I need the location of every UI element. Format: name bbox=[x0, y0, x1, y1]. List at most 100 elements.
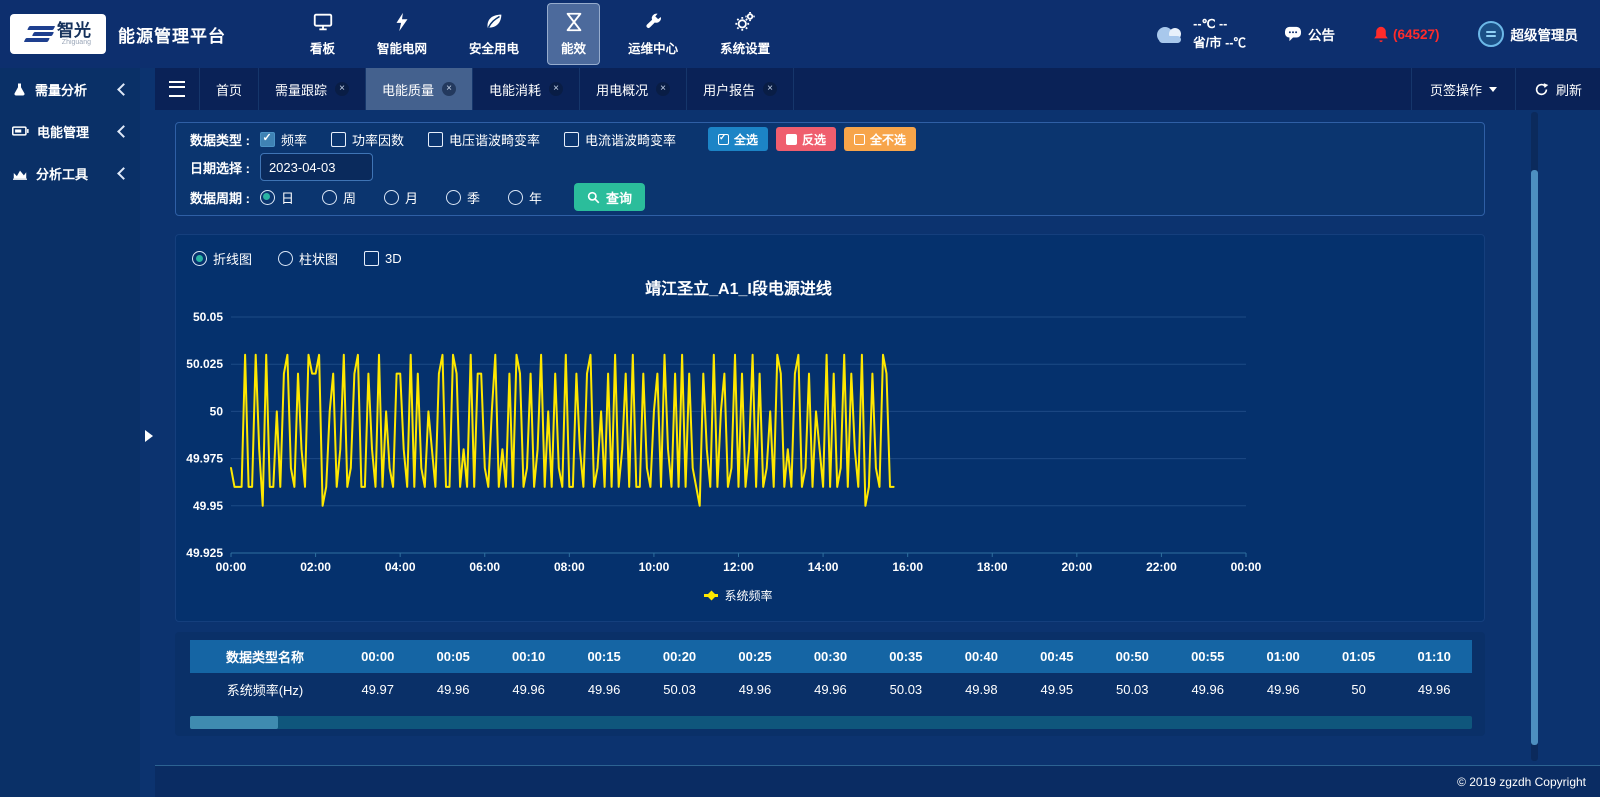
tab-power-overview[interactable]: 用电概况 × bbox=[580, 68, 687, 110]
period-day[interactable]: 日 bbox=[260, 188, 294, 207]
radio-icon[interactable] bbox=[446, 190, 461, 205]
checkbox-label: 电流谐波畸变率 bbox=[585, 130, 676, 149]
chevron-down-icon bbox=[1489, 87, 1497, 92]
close-icon[interactable]: × bbox=[549, 82, 563, 96]
user-menu[interactable]: 超级管理员 bbox=[1478, 21, 1579, 47]
sidebar-item-label: 分析工具 bbox=[36, 164, 88, 183]
tab-energy-consumption[interactable]: 电能消耗 × bbox=[473, 68, 580, 110]
close-icon[interactable]: × bbox=[763, 82, 777, 96]
checkbox-icon[interactable] bbox=[428, 132, 443, 147]
radio-icon[interactable] bbox=[322, 190, 337, 205]
bell-icon bbox=[1373, 25, 1389, 43]
tab-operations-dropdown[interactable]: 页签操作 bbox=[1411, 68, 1515, 110]
tab-home[interactable]: 首页 bbox=[200, 68, 259, 110]
alarm-button[interactable]: (64527) bbox=[1373, 25, 1440, 43]
nav-label: 智能电网 bbox=[377, 38, 427, 57]
radio-icon[interactable] bbox=[384, 190, 399, 205]
query-button[interactable]: 查询 bbox=[574, 183, 645, 211]
radio-icon[interactable] bbox=[260, 190, 275, 205]
checkbox-current-thd[interactable]: 电流谐波畸变率 bbox=[564, 130, 676, 149]
horizontal-scrollbar-thumb[interactable] bbox=[190, 716, 278, 729]
radio-icon[interactable] bbox=[192, 251, 207, 266]
y-axis-label: 50.025 bbox=[186, 357, 223, 371]
checkbox-icon[interactable] bbox=[564, 132, 579, 147]
invert-label: 反选 bbox=[802, 131, 826, 148]
x-axis-label: 04:00 bbox=[385, 560, 416, 574]
hamburger-icon bbox=[169, 81, 185, 97]
table-header-cell: 01:10 bbox=[1396, 640, 1472, 673]
legend-system-frequency[interactable]: 系统频率 bbox=[231, 587, 1246, 604]
period-quarter[interactable]: 季 bbox=[446, 188, 480, 207]
date-input[interactable] bbox=[260, 153, 373, 181]
tab-label: 首页 bbox=[216, 80, 242, 99]
refresh-button[interactable]: 刷新 bbox=[1515, 68, 1600, 110]
nav-item-ops-center[interactable]: 运维中心 bbox=[614, 3, 692, 65]
area-chart-icon bbox=[12, 166, 28, 180]
table-cell: 49.96 bbox=[1170, 673, 1245, 706]
cloud-icon bbox=[1153, 22, 1187, 46]
vertical-scrollbar[interactable] bbox=[1531, 112, 1538, 761]
y-axis-label: 50 bbox=[210, 404, 224, 418]
checkbox-icon[interactable] bbox=[260, 132, 275, 147]
checkbox-frequency[interactable]: 频率 bbox=[260, 130, 307, 149]
select-all-button[interactable]: 全选 bbox=[708, 127, 768, 151]
table-cell: 50.03 bbox=[642, 673, 717, 706]
invert-selection-button[interactable]: 反选 bbox=[776, 127, 836, 151]
period-week[interactable]: 周 bbox=[322, 188, 356, 207]
close-icon[interactable]: × bbox=[656, 82, 670, 96]
chart-type-line[interactable]: 折线图 bbox=[192, 249, 252, 268]
checkbox-voltage-thd[interactable]: 电压谐波畸变率 bbox=[428, 130, 540, 149]
footer: © 2019 zgzdh Copyright bbox=[155, 765, 1600, 797]
horizontal-scrollbar[interactable] bbox=[190, 716, 1472, 729]
threed-label: 3D bbox=[385, 251, 402, 266]
leaf-icon bbox=[483, 11, 505, 33]
checkbox-icon[interactable] bbox=[331, 132, 346, 147]
nav-item-system-settings[interactable]: 系统设置 bbox=[706, 3, 784, 65]
x-axis-label: 20:00 bbox=[1061, 560, 1092, 574]
avatar bbox=[1478, 21, 1504, 47]
period-year[interactable]: 年 bbox=[508, 188, 542, 207]
table-cell: 49.96 bbox=[717, 673, 792, 706]
checkbox-icon[interactable] bbox=[364, 251, 379, 266]
tab-power-quality[interactable]: 电能质量 × bbox=[366, 68, 473, 110]
nav-item-energy-efficiency[interactable]: 能效 bbox=[547, 3, 600, 65]
wrench-icon bbox=[642, 11, 664, 33]
vertical-scrollbar-thumb[interactable] bbox=[1531, 170, 1538, 745]
sidebar-item-demand-analysis[interactable]: 需量分析 bbox=[0, 68, 140, 110]
tab-label: 需量跟踪 bbox=[275, 80, 327, 99]
sidebar-item-analysis-tools[interactable]: 分析工具 bbox=[0, 152, 140, 194]
radio-icon[interactable] bbox=[508, 190, 523, 205]
x-axis-label: 02:00 bbox=[300, 560, 331, 574]
nav-item-dashboard[interactable]: 看板 bbox=[296, 3, 349, 65]
tab-user-report[interactable]: 用户报告 × bbox=[687, 68, 794, 110]
tab-label: 电能质量 bbox=[382, 80, 434, 99]
x-axis-label: 16:00 bbox=[892, 560, 923, 574]
checkbox-power-factor[interactable]: 功率因数 bbox=[331, 130, 404, 149]
table-header-cell: 00:45 bbox=[1019, 640, 1094, 673]
nav-item-smart-grid[interactable]: 智能电网 bbox=[363, 3, 441, 65]
notice-button[interactable]: 公告 bbox=[1284, 24, 1335, 44]
chart-type-bar[interactable]: 柱状图 bbox=[278, 249, 338, 268]
gears-icon bbox=[734, 11, 756, 33]
close-icon[interactable]: × bbox=[442, 82, 456, 96]
menu-toggle-button[interactable] bbox=[155, 68, 200, 110]
checkbox-label: 电压谐波畸变率 bbox=[449, 130, 540, 149]
tab-demand-tracking[interactable]: 需量跟踪 × bbox=[259, 68, 366, 110]
period-month[interactable]: 月 bbox=[384, 188, 418, 207]
sidebar-item-energy-management[interactable]: 电能管理 bbox=[0, 110, 140, 152]
close-icon[interactable]: × bbox=[335, 82, 349, 96]
checkbox-3d[interactable]: 3D bbox=[364, 251, 402, 266]
select-none-button[interactable]: 全不选 bbox=[844, 127, 916, 151]
nav-item-safe-power[interactable]: 安全用电 bbox=[455, 3, 533, 65]
table-cell: 50.03 bbox=[1095, 673, 1170, 706]
x-axis-label: 06:00 bbox=[469, 560, 500, 574]
alarm-count: (64527) bbox=[1393, 27, 1440, 42]
frequency-line-series bbox=[231, 355, 894, 506]
sidebar-collapse-handle[interactable] bbox=[145, 430, 153, 442]
table-header-row: 数据类型名称00:0000:0500:1000:1500:2000:2500:3… bbox=[190, 640, 1472, 673]
chart-type-label: 柱状图 bbox=[299, 249, 338, 268]
chat-bubble-icon bbox=[1284, 26, 1302, 42]
checkbox-label: 频率 bbox=[281, 130, 307, 149]
select-all-label: 全选 bbox=[734, 131, 758, 148]
radio-icon[interactable] bbox=[278, 251, 293, 266]
